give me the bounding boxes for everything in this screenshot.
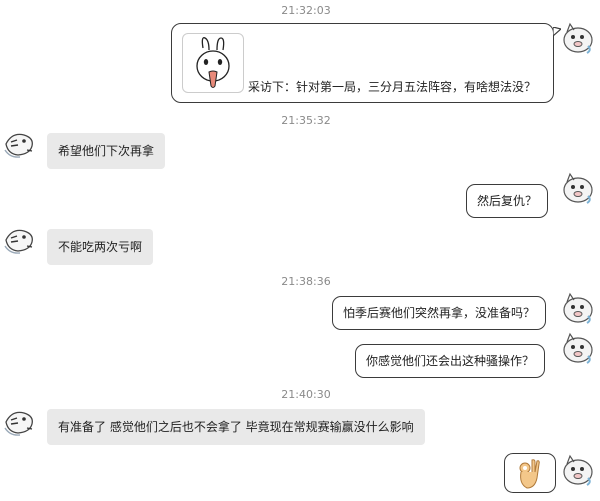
message-text: 怕季后赛他们突然再拿，没准备吗？ (343, 306, 536, 320)
self-avatar-icon[interactable] (560, 20, 596, 56)
other-avatar-icon[interactable] (2, 404, 38, 440)
other-avatar-icon[interactable] (2, 126, 38, 162)
message-text: 希望他们下次再拿 (58, 144, 155, 158)
ok-hand-sticker-icon (519, 459, 540, 489)
message-text: 采访下：针对第一局，三分月五法阵容，有啥想法没？ (248, 80, 537, 94)
other-avatar-icon[interactable] (2, 222, 38, 258)
self-avatar-icon[interactable] (560, 170, 596, 206)
timestamp: 21:38:36 (281, 275, 331, 288)
self-avatar-icon[interactable] (560, 290, 596, 326)
outgoing-message-bubble[interactable]: 然后复仇？ (466, 184, 549, 218)
outgoing-message-bubble[interactable]: 怕季后赛他们突然再拿，没准备吗？ (332, 296, 547, 330)
self-avatar-icon[interactable] (560, 452, 596, 488)
self-avatar-icon[interactable] (560, 330, 596, 366)
incoming-message-bubble[interactable]: 有准备了 感觉他们之后也不会拿了 毕竟现在常规赛输赢没什么影响 (47, 409, 425, 445)
outgoing-message-bubble[interactable] (504, 453, 556, 493)
incoming-message-bubble[interactable]: 希望他们下次再拿 (47, 133, 166, 169)
timestamp: 21:40:30 (281, 388, 331, 401)
outgoing-message-bubble[interactable]: 你感觉他们还会出这种骚操作？ (355, 344, 546, 378)
timestamp: 21:35:32 (281, 114, 331, 127)
bunny-sticker-icon (182, 33, 244, 93)
incoming-message-bubble[interactable]: 不能吃两次亏啊 (47, 229, 154, 265)
message-text: 你感觉他们还会出这种骚操作？ (366, 354, 535, 368)
message-text: 有准备了 感觉他们之后也不会拿了 毕竟现在常规赛输赢没什么影响 (58, 420, 414, 434)
timestamp: 21:32:03 (281, 4, 331, 17)
message-text: 不能吃两次亏啊 (58, 240, 143, 254)
message-text: 然后复仇？ (477, 194, 538, 208)
